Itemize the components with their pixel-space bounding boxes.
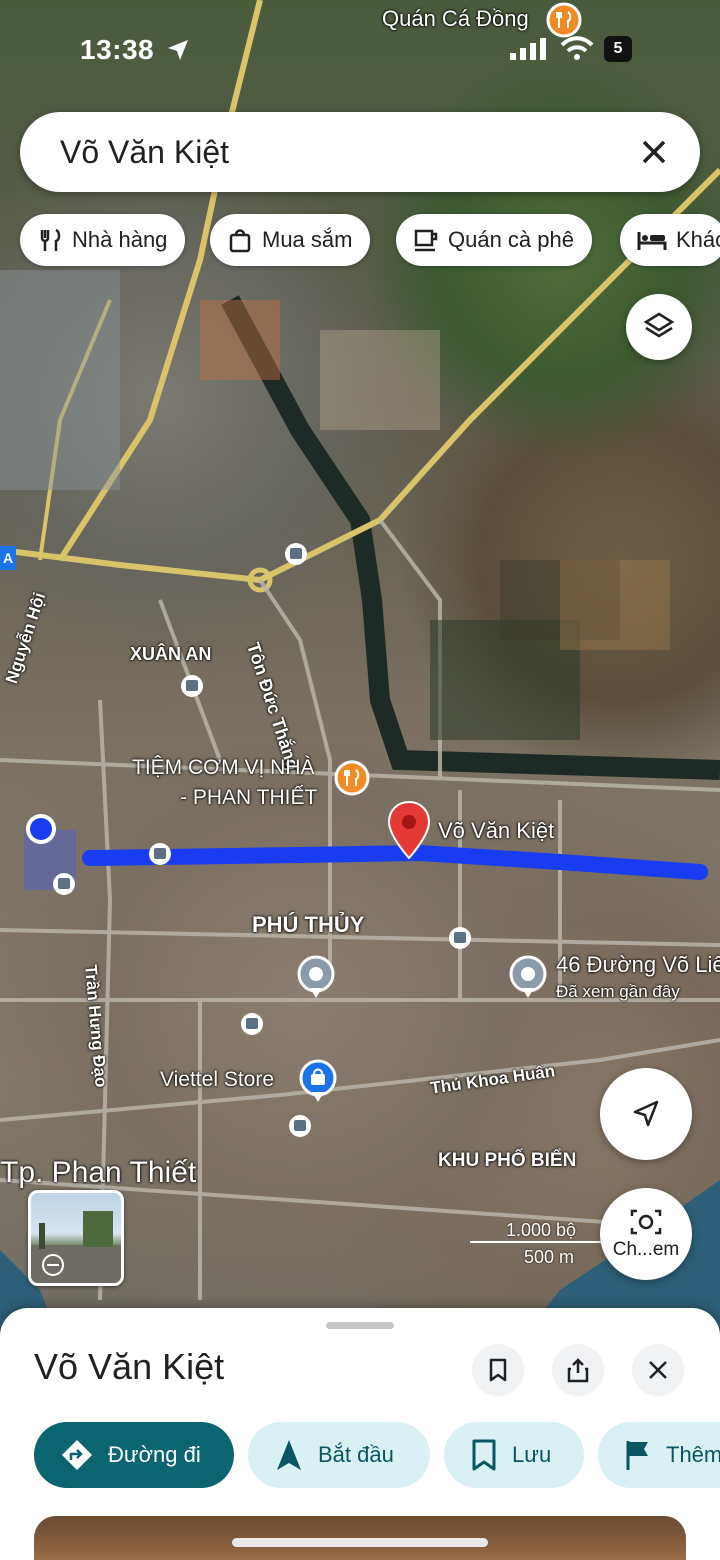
- layers-button[interactable]: [626, 294, 692, 360]
- directions-icon: [62, 1440, 92, 1470]
- chip-restaurants[interactable]: Nhà hàng: [20, 214, 186, 266]
- chip-label: Mua sắm: [262, 227, 353, 252]
- label-tp-phan-thiet: Tp. Phan Thiết: [0, 1156, 197, 1189]
- cellular-signal-icon: [510, 38, 546, 60]
- place-title: Võ Văn Kiệt: [34, 1346, 225, 1387]
- camera-search-label: Ch...em: [612, 1239, 680, 1260]
- camera-search-button[interactable]: Ch...em: [600, 1188, 692, 1280]
- label-viettel-store: Viettel Store: [160, 1068, 275, 1091]
- scale-feet: 1.000 bộ: [470, 1220, 616, 1243]
- sheet-drag-handle[interactable]: [326, 1322, 394, 1329]
- place-bottom-sheet[interactable]: Võ Văn Kiệt Đường đi Bắt đầu Lưu Thêm: [0, 1308, 720, 1560]
- home-indicator[interactable]: [232, 1538, 488, 1547]
- shopping-bag-icon: [229, 229, 251, 253]
- label-tiem-com-2: - PHAN THIẾT: [180, 786, 318, 809]
- close-icon[interactable]: [634, 132, 674, 172]
- label-xuan-an: XUÂN AN: [130, 644, 212, 664]
- map-scale: 1.000 bộ 500 m: [470, 1220, 616, 1268]
- label-phu-thuy: PHÚ THỦY: [252, 912, 365, 937]
- bookmark-icon: [472, 1439, 496, 1471]
- save-place-button[interactable]: [472, 1344, 524, 1396]
- chip-label: Quán cà phê: [448, 227, 574, 252]
- save-label: Lưu: [512, 1442, 552, 1467]
- layers-icon: [643, 312, 675, 338]
- close-sheet-button[interactable]: [632, 1344, 684, 1396]
- category-chips: Nhà hàng Mua sắm Quán cà phê Khác: [20, 214, 720, 268]
- restaurant-icon: [40, 228, 61, 251]
- hotel-bed-icon: [637, 232, 667, 250]
- status-bar: 13:38 5: [0, 0, 720, 100]
- chip-coffee[interactable]: Quán cà phê: [396, 214, 592, 266]
- directions-button[interactable]: Đường đi: [34, 1422, 234, 1488]
- start-label: Bắt đầu: [318, 1442, 394, 1467]
- share-button[interactable]: [552, 1344, 604, 1396]
- save-button[interactable]: Lưu: [444, 1422, 584, 1488]
- label-tiem-com: TIỆM CƠM VỊ NHÀ: [132, 756, 315, 779]
- start-button[interactable]: Bắt đầu: [248, 1422, 430, 1488]
- coffee-icon: [414, 229, 438, 252]
- chip-label: Nhà hàng: [72, 227, 168, 252]
- flag-icon: [626, 1441, 648, 1470]
- label-khu-pho-bien: KHU PHỐ BIỂN: [438, 1150, 577, 1171]
- location-arrow-icon: [168, 40, 188, 60]
- directions-label: Đường đi: [108, 1442, 201, 1467]
- action-buttons: Đường đi Bắt đầu Lưu Thêm: [34, 1422, 720, 1490]
- battery-icon: 5: [604, 36, 632, 62]
- navigation-arrow-icon: [633, 1100, 659, 1127]
- street-view-rotate-icon: [31, 1211, 121, 1283]
- label-da-xem: Đã xem gần đây: [556, 982, 680, 1001]
- street-view-thumbnail[interactable]: [28, 1190, 124, 1286]
- label-duong-vo-lieu: 46 Đường Võ Liê: [556, 952, 720, 977]
- more-label: Thêm: [666, 1442, 720, 1467]
- wifi-icon: [560, 36, 594, 60]
- search-bar[interactable]: Võ Văn Kiệt: [20, 112, 700, 192]
- scale-meters: 500 m: [524, 1247, 575, 1267]
- share-icon: [567, 1358, 589, 1383]
- search-query[interactable]: Võ Văn Kiệt: [60, 134, 229, 171]
- navigation-arrow-icon: [277, 1440, 301, 1470]
- camera-scan-icon: [630, 1209, 662, 1235]
- more-button[interactable]: Thêm: [598, 1422, 720, 1488]
- route-badge: A: [0, 546, 16, 570]
- label-vo-van-kiet: Võ Văn Kiệt: [438, 818, 555, 843]
- status-time: 13:38: [80, 34, 155, 65]
- my-location-button[interactable]: [600, 1068, 692, 1160]
- close-icon: [649, 1361, 667, 1379]
- chip-label: Khác: [676, 227, 720, 252]
- chip-shopping[interactable]: Mua sắm: [210, 214, 371, 266]
- bookmark-icon: [489, 1358, 507, 1382]
- chip-more[interactable]: Khác: [620, 214, 720, 266]
